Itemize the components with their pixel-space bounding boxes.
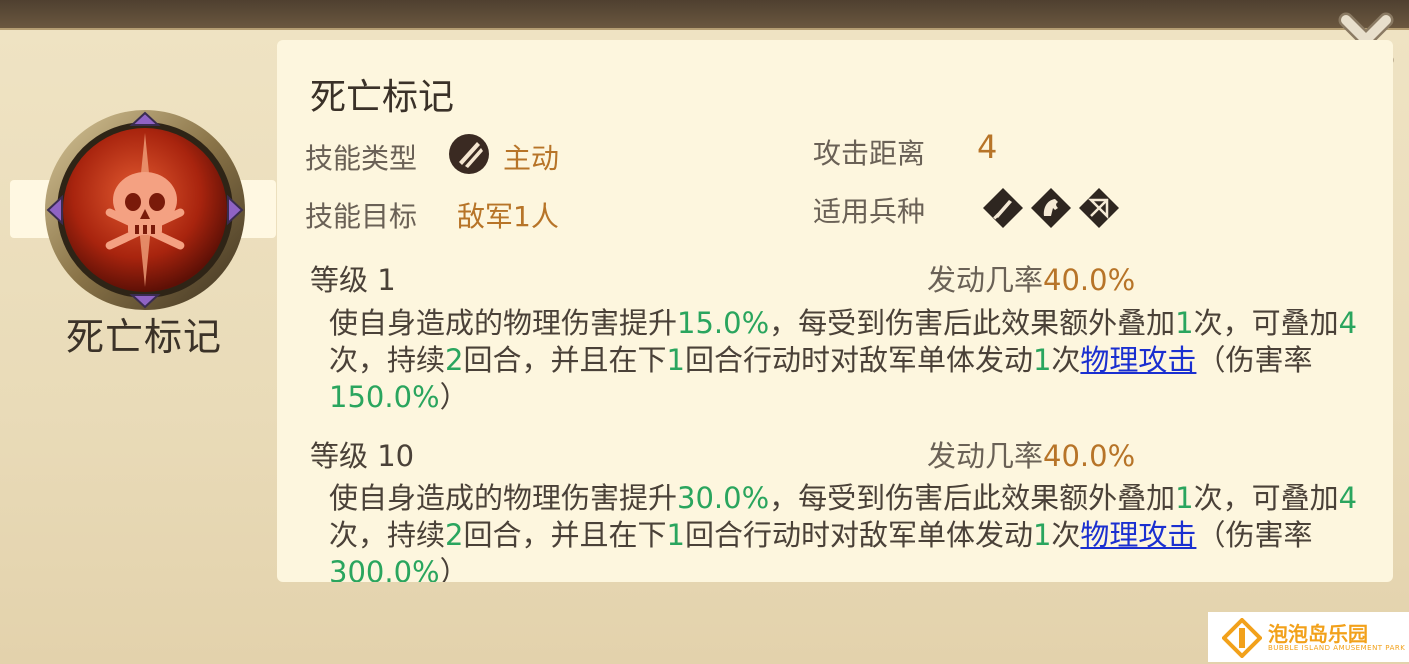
active-skill-icon (449, 134, 489, 174)
skill-title: 死亡标记 (310, 77, 455, 118)
level-10-label: 等级 10 (310, 439, 415, 473)
level-1-description: 使自身造成的物理伤害提升15.0%，每受到伤害后此效果额外叠加1次，可叠加4次，… (329, 306, 1358, 414)
physical-attack-link[interactable]: 物理攻击 (1080, 518, 1196, 552)
level-10-description: 使自身造成的物理伤害提升30.0%，每受到伤害后此效果额外叠加1次，可叠加4次，… (329, 481, 1358, 582)
skill-detail-panel: 死亡标记 技能类型 主动 技能目标 敌军1人 攻击距离 4 适用兵种 等级 1 … (277, 40, 1393, 582)
window-top-strip (0, 0, 1409, 28)
skill-badge-name: 死亡标记 (65, 315, 222, 359)
cavalry-troop-icon (1031, 188, 1071, 228)
attack-range-label: 攻击距离 (813, 137, 926, 170)
troop-type-label: 适用兵种 (813, 195, 926, 228)
physical-attack-link[interactable]: 物理攻击 (1080, 343, 1196, 377)
skill-type-value: 主动 (503, 142, 560, 175)
skill-target-value: 敌军1人 (457, 200, 559, 233)
skull-emblem-icon (45, 110, 245, 310)
skill-type-label: 技能类型 (305, 142, 418, 175)
bubble-island-logo-icon (1222, 618, 1262, 658)
archer-troop-icon (1079, 188, 1119, 228)
level-10-trigger-rate: 发动几率40.0% (927, 439, 1136, 473)
watermark-subtitle: BUBBLE ISLAND AMUSEMENT PARK (1268, 644, 1406, 652)
skill-target-label: 技能目标 (305, 200, 418, 233)
attack-range-value: 4 (977, 128, 998, 166)
level-1-label: 等级 1 (310, 263, 396, 297)
watermark-title: 泡泡岛乐园 (1268, 622, 1368, 646)
level-1-trigger-rate: 发动几率40.0% (927, 263, 1136, 297)
sword-troop-icon (983, 188, 1023, 228)
